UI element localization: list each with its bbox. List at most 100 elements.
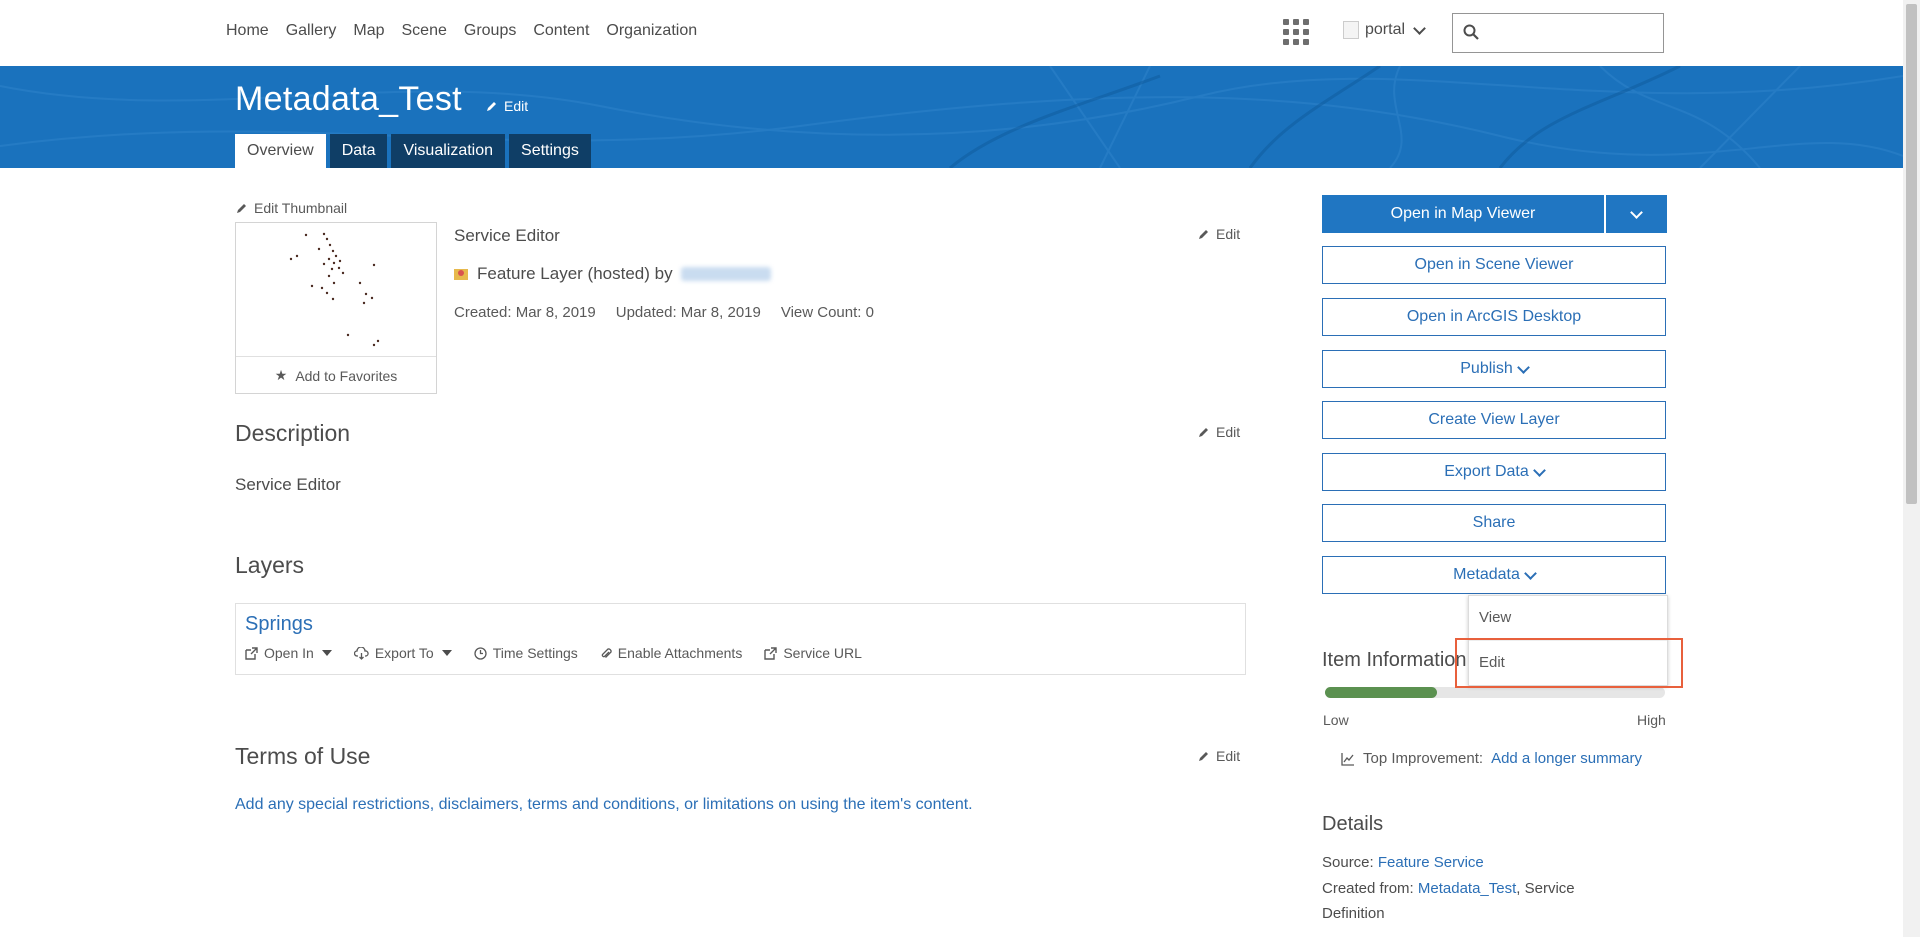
terms-edit-label: Edit: [1216, 748, 1241, 764]
search-box: [1452, 13, 1664, 53]
tab-overview[interactable]: Overview: [235, 134, 326, 168]
open-in-dropdown[interactable]: Open In: [245, 645, 332, 661]
add-to-favorites-button[interactable]: ★ Add to Favorites: [236, 356, 436, 394]
title-edit-label: Edit: [504, 98, 529, 114]
chevron-down-icon: [1413, 21, 1426, 35]
owner-name-redacted[interactable]: [680, 267, 771, 281]
edit-thumbnail-label: Edit Thumbnail: [254, 200, 348, 216]
user-name: portal: [1365, 21, 1406, 38]
page-scrollbar[interactable]: [1903, 0, 1920, 937]
details-heading: Details: [1322, 813, 1384, 835]
pencil-icon: [237, 204, 246, 213]
open-map-viewer-split-button: Open in Map Viewer: [1322, 195, 1667, 233]
nav-organization[interactable]: Organization: [606, 22, 697, 40]
caret-down-icon: [321, 650, 332, 656]
tab-visualization[interactable]: Visualization: [391, 134, 506, 168]
meter-fill: [1325, 687, 1438, 698]
metadata-label: Metadata: [1453, 566, 1520, 583]
nav-gallery[interactable]: Gallery: [286, 22, 337, 40]
enable-attachments-label: Enable Attachments: [617, 645, 743, 661]
item-dates: Created: Mar 8, 2019 Updated: Mar 8, 201…: [454, 304, 874, 321]
open-scene-viewer-button[interactable]: Open in Scene Viewer: [1322, 246, 1666, 284]
avatar: [1343, 21, 1359, 39]
top-navigation: Home Gallery Map Scene Groups Content Or…: [0, 0, 1903, 66]
nav-scene[interactable]: Scene: [402, 22, 447, 40]
description-edit-button[interactable]: Edit: [1198, 424, 1240, 440]
nav-map[interactable]: Map: [353, 22, 384, 40]
create-view-layer-label: Create View Layer: [1428, 411, 1560, 428]
nav-groups[interactable]: Groups: [464, 22, 516, 40]
search-input[interactable]: [1487, 20, 1659, 46]
service-url-label: Service URL: [783, 645, 862, 661]
nav-home[interactable]: Home: [226, 22, 269, 40]
chart-trend-icon: [1341, 752, 1354, 766]
metadata-button[interactable]: Metadata: [1322, 556, 1666, 594]
terms-placeholder-link[interactable]: Add any special restrictions, disclaimer…: [235, 796, 973, 814]
terms-edit-button[interactable]: Edit: [1198, 748, 1240, 764]
cloud-download-icon: [353, 646, 369, 660]
top-improvement-link[interactable]: Add a longer summary: [1491, 750, 1642, 767]
open-map-viewer-button[interactable]: Open in Map Viewer: [1322, 195, 1604, 233]
nav-content[interactable]: Content: [533, 22, 589, 40]
service-url-button[interactable]: Service URL: [764, 645, 862, 661]
time-settings-button[interactable]: Time Settings: [474, 645, 578, 661]
top-improvement: Top Improvement: Add a longer summary: [1341, 750, 1642, 767]
edit-thumbnail-button[interactable]: Edit Thumbnail: [236, 200, 347, 216]
updated-date: Updated: Mar 8, 2019: [615, 304, 761, 321]
time-settings-label: Time Settings: [492, 645, 578, 661]
created-date: Created: Mar 8, 2019: [454, 304, 596, 321]
item-information-heading: Item Information: [1322, 649, 1467, 671]
export-data-button[interactable]: Export Data: [1322, 453, 1666, 491]
metadata-dropdown-menu: View Edit: [1468, 595, 1668, 686]
enable-attachments-button[interactable]: Enable Attachments: [600, 645, 743, 661]
open-map-viewer-options[interactable]: [1606, 195, 1667, 233]
detail-created-from: Created from: Metadata_Test, Service: [1322, 880, 1575, 897]
add-to-favorites-label: Add to Favorites: [295, 367, 398, 384]
app-launcher-icon[interactable]: [1283, 19, 1309, 45]
create-view-layer-button[interactable]: Create View Layer: [1322, 401, 1666, 439]
external-link-icon: [764, 646, 778, 660]
summary-edit-label: Edit: [1216, 226, 1241, 242]
clock-icon: [474, 646, 487, 660]
summary-edit-button[interactable]: Edit: [1198, 226, 1240, 242]
top-improvement-label: Top Improvement:: [1363, 750, 1484, 767]
item-information-meter: [1325, 687, 1665, 698]
share-button[interactable]: Share: [1322, 504, 1666, 542]
item-type-text: Feature Layer (hosted) by: [477, 264, 673, 283]
layer-name-link[interactable]: Springs: [245, 613, 313, 636]
scrollbar-thumb[interactable]: [1906, 4, 1917, 504]
chevron-down-icon: [1516, 360, 1530, 374]
source-label: Source:: [1322, 854, 1374, 871]
paperclip-icon: [601, 647, 612, 658]
source-link[interactable]: Feature Service: [1378, 854, 1484, 871]
view-count: View Count: 0: [780, 304, 874, 321]
item-title: Metadata_Test: [235, 80, 462, 118]
publish-button[interactable]: Publish: [1322, 350, 1666, 388]
thumbnail-card: ★ Add to Favorites: [235, 222, 437, 394]
search-icon: [1463, 24, 1479, 40]
feature-layer-icon: [454, 269, 468, 280]
tab-data[interactable]: Data: [329, 134, 388, 168]
detail-source: Source: Feature Service: [1322, 854, 1484, 871]
title-edit-button[interactable]: Edit: [486, 98, 528, 114]
publish-label: Publish: [1460, 360, 1513, 377]
thumbnail-image: [289, 232, 380, 347]
export-to-label: Export To: [374, 645, 434, 661]
description-heading: Description: [235, 420, 351, 446]
open-scene-viewer-label: Open in Scene Viewer: [1414, 256, 1574, 273]
open-desktop-button[interactable]: Open in ArcGIS Desktop: [1322, 298, 1666, 336]
caret-down-icon: [441, 650, 452, 656]
tab-settings[interactable]: Settings: [509, 134, 591, 168]
metadata-menu-edit[interactable]: Edit: [1469, 640, 1667, 685]
nav-links: Home Gallery Map Scene Groups Content Or…: [226, 22, 697, 40]
open-in-label: Open In: [264, 645, 314, 661]
chevron-down-icon: [1630, 205, 1643, 219]
user-menu[interactable]: portal: [1343, 21, 1426, 39]
description-edit-label: Edit: [1216, 424, 1241, 440]
pencil-icon: [1199, 230, 1208, 239]
item-summary: Service Editor: [454, 226, 560, 245]
metadata-menu-view[interactable]: View: [1469, 596, 1667, 640]
export-to-dropdown[interactable]: Export To: [353, 645, 452, 661]
open-desktop-label: Open in ArcGIS Desktop: [1406, 308, 1582, 325]
created-from-link[interactable]: Metadata_Test: [1418, 880, 1516, 897]
